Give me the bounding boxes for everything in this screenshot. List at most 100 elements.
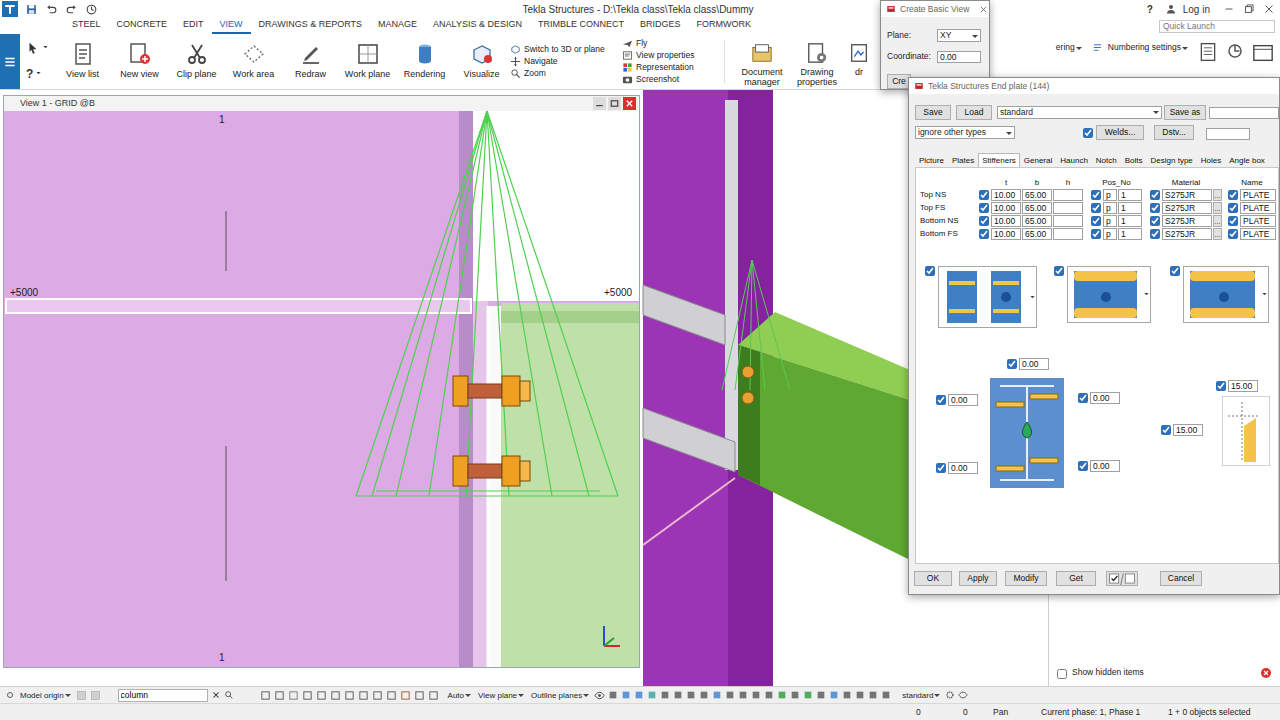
- restore-icon[interactable]: [1242, 2, 1256, 16]
- menu-tab[interactable]: MANAGE: [370, 18, 425, 34]
- dimension-input[interactable]: [1019, 358, 1049, 370]
- close-icon[interactable]: [978, 4, 989, 15]
- eye-icon[interactable]: [594, 690, 605, 701]
- dialog-tab[interactable]: Plates: [948, 153, 978, 167]
- panel-icon[interactable]: [1252, 42, 1274, 64]
- pos-checkbox[interactable]: [1091, 229, 1101, 239]
- select-tool-icon[interactable]: [372, 690, 383, 701]
- dimension-input[interactable]: [1228, 380, 1258, 392]
- picture-option[interactable]: [938, 266, 1037, 328]
- picture-checkbox[interactable]: [1170, 266, 1180, 276]
- start-number-input[interactable]: [1118, 228, 1142, 240]
- height-input[interactable]: [1053, 215, 1083, 227]
- height-input[interactable]: [1053, 202, 1083, 214]
- dimension-input[interactable]: [1090, 392, 1120, 404]
- name-input[interactable]: [1240, 202, 1276, 214]
- organizer-icon[interactable]: [1226, 42, 1244, 60]
- snap-tool-icon[interactable]: [634, 690, 644, 700]
- pos-checkbox[interactable]: [1091, 190, 1101, 200]
- thickness-input[interactable]: [991, 202, 1021, 214]
- dialog-tab[interactable]: Design type: [1147, 153, 1197, 167]
- select-tool-icon[interactable]: [428, 690, 439, 701]
- undo-icon[interactable]: [45, 3, 58, 16]
- width-input[interactable]: [1022, 202, 1052, 214]
- ribbon-small-button[interactable]: Representation: [622, 62, 714, 73]
- snap-tool-icon[interactable]: [647, 690, 657, 700]
- dropdown-icon[interactable]: [35, 70, 42, 77]
- ribbon-small-button[interactable]: Zoom: [510, 68, 622, 79]
- snap-tool-icon[interactable]: [738, 690, 748, 700]
- ribbon-small-button[interactable]: Switch to 3D or plane: [510, 44, 622, 55]
- ribbon-small-button[interactable]: Fly: [622, 38, 714, 49]
- dimension-checkbox[interactable]: [1161, 425, 1171, 435]
- save-icon[interactable]: [25, 3, 38, 16]
- save-as-button[interactable]: Save as: [1164, 105, 1206, 120]
- name-checkbox[interactable]: [1228, 216, 1238, 226]
- preset-dropdown[interactable]: standard: [997, 106, 1162, 119]
- menu-tab[interactable]: VIEW: [212, 18, 251, 34]
- row-checkbox[interactable]: [979, 216, 989, 226]
- snap-depth-dropdown[interactable]: Auto: [446, 690, 473, 701]
- clear-icon[interactable]: [211, 690, 221, 700]
- cancel-button[interactable]: Cancel: [1160, 571, 1202, 586]
- material-input[interactable]: [1162, 228, 1212, 240]
- height-input[interactable]: [1053, 189, 1083, 201]
- menu-tab[interactable]: BRIDGES: [632, 18, 689, 34]
- material-input[interactable]: [1162, 215, 1212, 227]
- menu-tab[interactable]: TRIMBLE CONNECT: [530, 18, 632, 34]
- material-input[interactable]: [1162, 202, 1212, 214]
- ribbon-button[interactable]: View list: [54, 34, 111, 89]
- select-tool-icon[interactable]: [400, 690, 411, 701]
- dimension-input[interactable]: [1173, 424, 1203, 436]
- dialog-tab[interactable]: Picture: [915, 153, 948, 167]
- snap-tool-icon[interactable]: [660, 690, 670, 700]
- width-input[interactable]: [1022, 215, 1052, 227]
- width-input[interactable]: [1022, 189, 1052, 201]
- ribbon-button[interactable]: Work plane: [339, 34, 396, 89]
- dimension-checkbox[interactable]: [1078, 393, 1088, 403]
- coordinate-input[interactable]: [937, 51, 981, 63]
- snap-tool-icon[interactable]: [764, 690, 774, 700]
- user-icon[interactable]: [1165, 3, 1177, 15]
- dialog-tab[interactable]: General: [1020, 153, 1056, 167]
- row-checkbox[interactable]: [979, 229, 989, 239]
- load-button[interactable]: Load: [956, 105, 992, 120]
- ribbon-small-button[interactable]: Screenshot: [622, 74, 714, 85]
- outline-planes-dropdown[interactable]: Outline planes: [529, 690, 591, 701]
- ribbon-button[interactable]: Redraw: [282, 34, 339, 89]
- ribbon-button[interactable]: Document manager: [735, 34, 789, 89]
- dropdown-icon[interactable]: [1029, 294, 1036, 301]
- dropdown-icon[interactable]: [1261, 291, 1268, 298]
- name-checkbox[interactable]: [1228, 203, 1238, 213]
- minimize-icon[interactable]: [1222, 2, 1236, 16]
- browse-button[interactable]: ...: [1213, 189, 1222, 201]
- dialog-tab[interactable]: Holes: [1197, 153, 1225, 167]
- pointer-icon[interactable]: [26, 41, 40, 55]
- ribbon-button[interactable]: Visualize: [453, 34, 510, 89]
- material-checkbox[interactable]: [1150, 229, 1160, 239]
- close-icon[interactable]: [1262, 2, 1276, 16]
- snap-tool-icon[interactable]: [686, 690, 696, 700]
- snap-tool-icon[interactable]: [725, 690, 735, 700]
- dialog-tab[interactable]: Bolts: [1121, 153, 1147, 167]
- dimension-checkbox[interactable]: [1007, 359, 1017, 369]
- ok-button[interactable]: OK: [914, 571, 952, 586]
- help-button[interactable]: ?: [1147, 2, 1153, 17]
- pos-checkbox[interactable]: [1091, 216, 1101, 226]
- snap-tool-icon[interactable]: [712, 690, 722, 700]
- snap-tool-icon[interactable]: [881, 690, 891, 700]
- name-checkbox[interactable]: [1228, 229, 1238, 239]
- snap-tool-icon[interactable]: [842, 690, 852, 700]
- snap-tool-icon[interactable]: [868, 690, 878, 700]
- box-icon[interactable]: [90, 690, 101, 701]
- menu-tab[interactable]: ANALYSIS & DESIGN: [425, 18, 530, 34]
- select-tool-icon[interactable]: [414, 690, 425, 701]
- dimension-checkbox[interactable]: [1216, 381, 1226, 391]
- browse-button[interactable]: ...: [1213, 228, 1222, 240]
- dialog-tab[interactable]: Stiffeners: [978, 153, 1020, 167]
- browse-button[interactable]: ...: [1213, 215, 1222, 227]
- toggle-all-icon[interactable]: [1106, 571, 1138, 586]
- row-checkbox[interactable]: [979, 190, 989, 200]
- view-plane-dropdown[interactable]: View plane: [476, 690, 526, 701]
- dstv-button[interactable]: Dstv...: [1154, 125, 1194, 140]
